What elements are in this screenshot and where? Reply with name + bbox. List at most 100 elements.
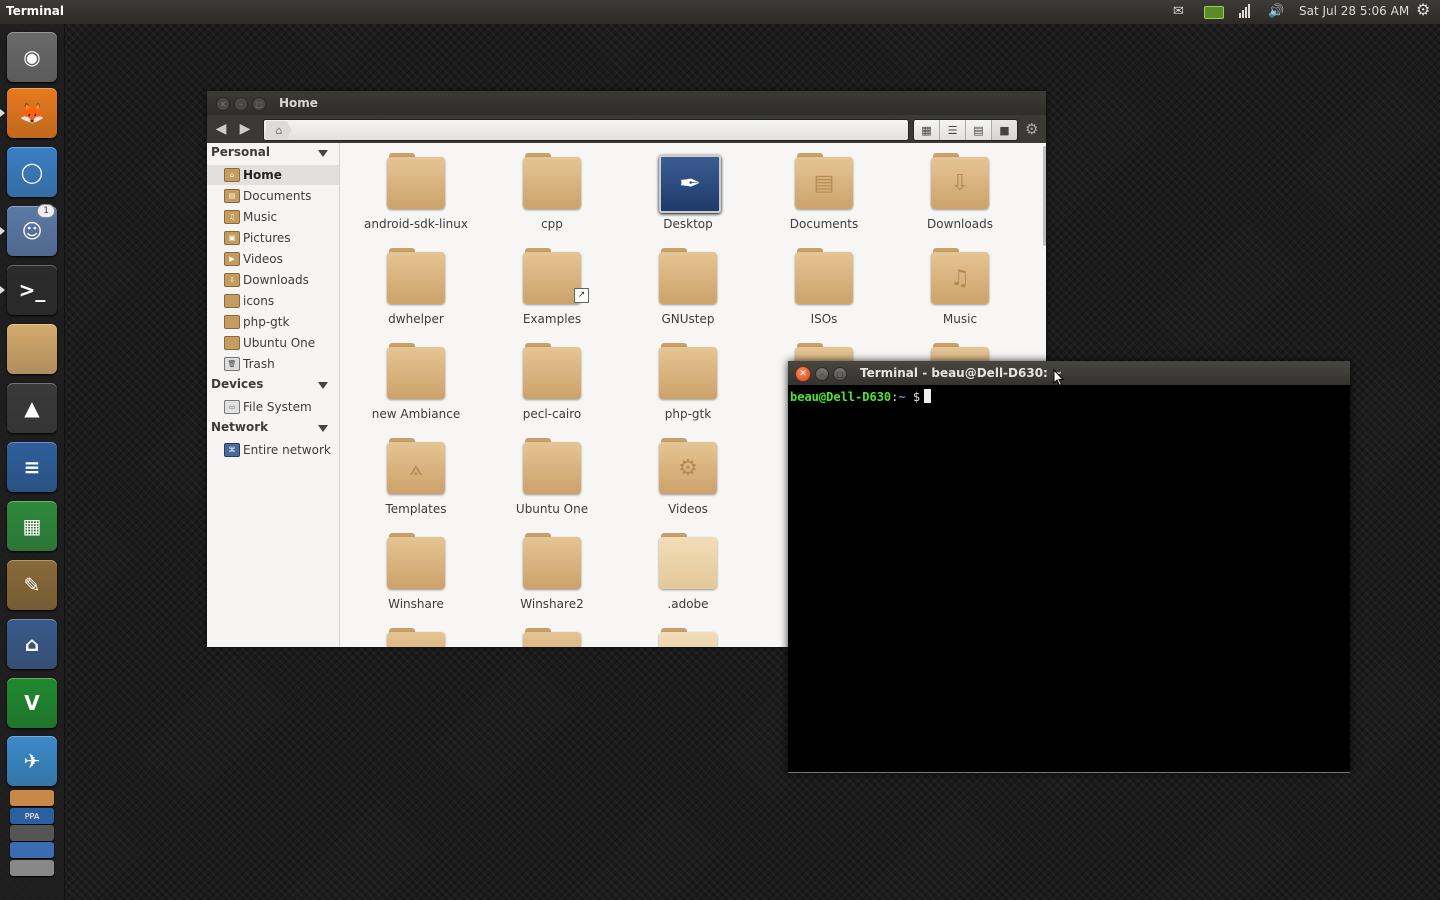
file-item[interactable]: .adobe <box>620 523 756 618</box>
sidebar-section-devices[interactable]: Devices <box>211 377 263 391</box>
vlc-icon: ▲ <box>24 396 40 420</box>
file-item[interactable]: Ubuntu One <box>484 428 620 523</box>
forward-arrow-icon[interactable]: ▶ <box>236 120 254 138</box>
file-manager-toolbar: ◀ ▶ ⌂ ▦ ☰ ▤ ■ ⚙ <box>207 115 1046 143</box>
sidebar-item-videos[interactable]: ▶ Videos <box>207 249 339 269</box>
running-indicator-icon <box>0 109 5 117</box>
file-name: Templates <box>385 502 447 516</box>
session-gear-icon[interactable]: ⚙ <box>1416 2 1430 18</box>
prompt-user-host: beau@Dell-D630 <box>790 390 892 404</box>
view-mode-switcher: ▦ ☰ ▤ ■ <box>913 119 1018 141</box>
trash-launcher[interactable] <box>10 860 54 876</box>
jitsi-launcher[interactable]: ⌂ <box>7 619 57 669</box>
file-item[interactable]: ↗ Examples <box>484 238 620 333</box>
file-item[interactable]: ⇩ Downloads <box>892 143 1028 238</box>
battery-indicator-icon[interactable] <box>1204 6 1224 19</box>
file-item[interactable]: new Ambiance <box>348 333 484 428</box>
sidebar-item-icons[interactable]: icons <box>207 291 339 311</box>
sidebar-item-documents[interactable]: ▤ Documents <box>207 186 339 206</box>
symlink-emblem-icon: ↗ <box>574 288 589 303</box>
file-item[interactable]: Winshare <box>348 523 484 618</box>
terminal-maximize-icon[interactable]: □ <box>833 367 847 381</box>
sidebar-item-label: Ubuntu One <box>243 336 316 350</box>
file-item[interactable]: dwhelper <box>348 238 484 333</box>
list-view-icon[interactable]: ☰ <box>940 120 966 140</box>
file-item[interactable]: cpp <box>484 143 620 238</box>
software-center-launcher[interactable] <box>10 790 54 806</box>
volume-indicator-icon[interactable]: 🔊 <box>1268 4 1284 20</box>
sidebar-item-trash[interactable]: 🗑 Trash <box>207 354 339 374</box>
file-item[interactable]: pecl-cairo <box>484 333 620 428</box>
icon-view-icon[interactable]: ▦ <box>914 120 940 140</box>
file-item[interactable]: ⚙ Videos <box>620 428 756 523</box>
collapse-arrow-icon[interactable] <box>318 382 328 389</box>
settings-launcher[interactable] <box>10 825 54 841</box>
sidebar-section-network[interactable]: Network <box>211 420 268 434</box>
sidebar-item-file-system[interactable]: ▭ File System <box>207 397 339 417</box>
file-item[interactable]: php-gtk <box>620 333 756 428</box>
ubuntu-home-button[interactable]: ◉ <box>7 32 57 82</box>
file-item[interactable]: Winshare2 <box>484 523 620 618</box>
back-arrow-icon[interactable]: ◀ <box>212 120 230 138</box>
file-item[interactable]: ♫ Music <box>892 238 1028 333</box>
running-indicator-icon <box>0 286 5 294</box>
terminal-icon: >_ <box>18 278 46 302</box>
gvim-launcher[interactable]: V <box>7 678 57 728</box>
pidgin-launcher[interactable]: ☺ 1 <box>7 204 57 256</box>
terminal-titlebar[interactable]: ✕ – □ Terminal - beau@Dell-D630: ~ <box>788 361 1350 385</box>
compact-view-icon[interactable]: ▤ <box>966 120 992 140</box>
ppa-launcher[interactable]: PPA <box>10 808 54 824</box>
file-item[interactable] <box>348 618 484 647</box>
home-crumb-icon[interactable]: ⌂ <box>266 121 292 139</box>
sidebar-item-home[interactable]: ⌂ Home <box>207 165 339 185</box>
vertical-scrollbar[interactable] <box>1043 146 1046 246</box>
jitsi-icon: ⌂ <box>24 632 40 656</box>
sidebar-item-music[interactable]: ♫ Music <box>207 207 339 227</box>
sidebar-item-php-gtk[interactable]: php-gtk <box>207 312 339 332</box>
sidebar-item-ubuntu-one[interactable]: Ubuntu One <box>207 333 339 353</box>
sidebar-item-label: Music <box>243 210 278 224</box>
file-item[interactable]: android-sdk-linux <box>348 143 484 238</box>
close-window-icon[interactable]: ✕ <box>216 97 230 111</box>
sidebar-item-pictures[interactable]: ▣ Pictures <box>207 228 339 248</box>
vlc-launcher[interactable]: ▲ <box>7 383 57 433</box>
sidebar-item-entire-network[interactable]: ⌘ Entire network <box>207 440 339 460</box>
terminal-launcher[interactable]: >_ <box>7 265 57 315</box>
collapse-arrow-icon[interactable] <box>318 150 328 157</box>
maximize-window-icon[interactable]: □ <box>252 97 266 111</box>
network-indicator-icon[interactable] <box>1238 3 1252 24</box>
settings-gear-icon[interactable]: ⚙ <box>1025 120 1038 138</box>
file-manager-titlebar[interactable]: ✕ – □ Home <box>207 91 1046 115</box>
file-name: Ubuntu One <box>515 502 589 516</box>
mail-indicator-icon[interactable]: ✉ <box>1173 4 1184 20</box>
workspace-switcher-launcher[interactable] <box>10 842 54 858</box>
writer-launcher[interactable]: ≡ <box>7 442 57 492</box>
file-item[interactable]: GNUstep <box>620 238 756 333</box>
firefox-launcher[interactable]: 🦊 <box>7 88 57 138</box>
location-bar[interactable]: ⌂ <box>263 119 909 141</box>
terminal-minimize-icon[interactable]: – <box>815 367 829 381</box>
sidebar-section-personal[interactable]: Personal <box>211 145 270 159</box>
launcher: ◉ 🦊 ◯ ☺ 1 >_ ▲ ≡ ▦ ✎ ⌂ V ✈ PPA <box>0 24 65 900</box>
chromium-launcher[interactable]: ◯ <box>7 147 57 197</box>
panel-view-icon[interactable]: ■ <box>992 120 1017 140</box>
files-launcher[interactable] <box>7 324 57 374</box>
sidebar-item-label: File System <box>243 400 312 414</box>
inkscape-launcher[interactable]: ✈ <box>7 736 57 786</box>
file-item[interactable]: ⟑ Templates <box>348 428 484 523</box>
folder-icon <box>523 628 581 647</box>
sidebar-item-downloads[interactable]: ⇩ Downloads <box>207 270 339 290</box>
collapse-arrow-icon[interactable] <box>318 425 328 432</box>
calc-launcher[interactable]: ▦ <box>7 501 57 551</box>
terminal-output[interactable]: beau@Dell-D630:~ $ <box>788 385 1350 773</box>
gimp-launcher[interactable]: ✎ <box>7 560 57 610</box>
file-item[interactable] <box>484 618 620 647</box>
file-item[interactable]: ▤ Documents <box>756 143 892 238</box>
file-name: php-gtk <box>664 407 712 421</box>
file-item[interactable] <box>620 618 756 647</box>
terminal-close-icon[interactable]: ✕ <box>795 366 811 382</box>
file-item[interactable]: ISOs <box>756 238 892 333</box>
minimize-window-icon[interactable]: – <box>234 97 248 111</box>
file-item[interactable]: ✒ Desktop <box>620 143 756 238</box>
clock[interactable]: Sat Jul 28 5:06 AM <box>1299 4 1409 18</box>
